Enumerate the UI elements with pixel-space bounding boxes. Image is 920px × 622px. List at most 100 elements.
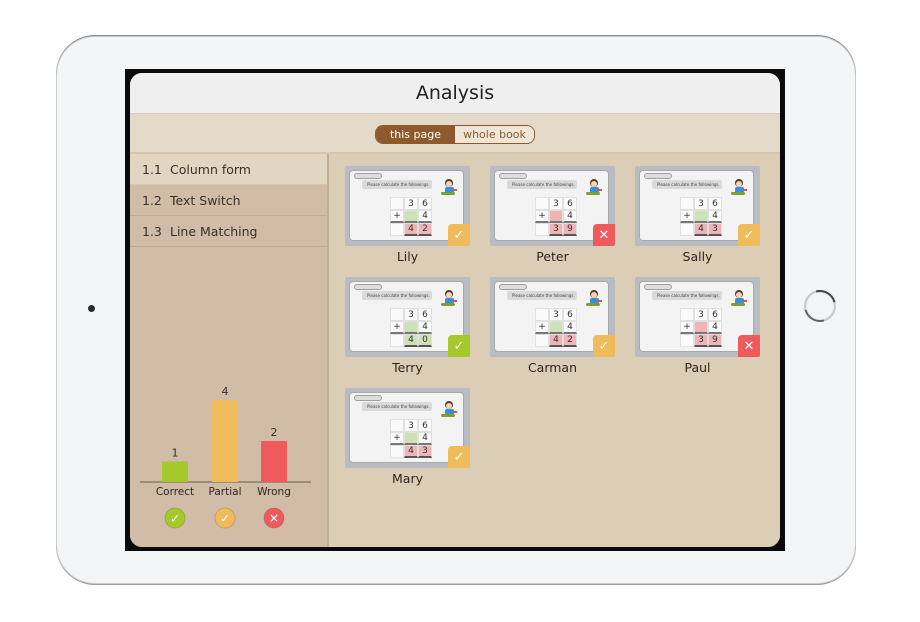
answer-digit-cell: 9 [563,223,577,236]
student-name: Paul [684,360,711,375]
carry-cell [404,210,418,223]
column-addition-grid: 3 6 + 4 4 2 [535,308,577,347]
student-tile[interactable]: Please calculate the followings. 3 6 + 4 [635,166,760,264]
digit-cell: 6 [418,308,432,321]
partial-badge-icon: ✓ [448,446,470,468]
carry-cell [694,210,708,223]
progress-tab [354,395,382,401]
digit-cell: 3 [549,197,563,210]
analysis-app: Analysis this page whole book 1.1 Column… [130,73,780,547]
bar-value-label: 2 [271,426,278,439]
digit-cell: 3 [404,308,418,321]
question-prompt: Please calculate the followings. [362,402,432,411]
carry-cell [404,432,418,445]
digit-cell: 3 [694,197,708,210]
worksheet-preview: Please calculate the followings. 3 6 + 4 [349,392,464,463]
answer-digit-cell: 4 [694,223,708,236]
digit-cell: 6 [418,419,432,432]
partial-badge-icon: ✓ [738,224,760,246]
bar-wrong [261,441,287,482]
student-name: Carman [527,360,578,375]
operator-cell: + [535,210,549,223]
sidebar-item-label: Line Matching [170,223,258,239]
answer-digit-cell: 4 [404,334,418,347]
student-tile[interactable]: Please calculate the followings. 3 6 + 4 [635,277,760,375]
answer-thumbnail[interactable]: Please calculate the followings. 3 6 + 4 [345,388,470,468]
column-addition-grid: 3 6 + 4 4 3 [680,197,722,236]
answer-digit-cell: 0 [418,334,432,347]
answer-digit-cell: 3 [694,334,708,347]
carry-cell [549,321,563,334]
scope-segmented-control: this page whole book [375,125,535,144]
progress-tab [354,173,382,179]
bar-value-label: 4 [222,385,229,398]
digit-cell: 4 [708,210,722,223]
carry-cell [404,321,418,334]
column-addition-grid: 3 6 + 4 4 0 [390,308,432,347]
front-camera [88,305,95,312]
carry-cell [694,321,708,334]
answer-digit-cell: 4 [549,334,563,347]
answer-thumbnail[interactable]: Please calculate the followings. 3 6 + 4 [635,166,760,246]
student-name: Terry [392,360,423,375]
worksheet-preview: Please calculate the followings. 3 6 + 4 [494,170,609,241]
student-tile[interactable]: Please calculate the followings. 3 6 + 4 [345,388,470,486]
digit-cell: 3 [404,419,418,432]
student-character-icon [441,401,457,417]
student-character-icon [731,290,747,306]
category-label: Correct [156,486,194,498]
sidebar-item-text-switch[interactable]: 1.2 Text Switch [130,185,327,216]
question-prompt: Please calculate the followings. [507,180,577,189]
answer-thumbnail[interactable]: Please calculate the followings. 3 6 + 4 [635,277,760,357]
progress-tab [499,284,527,290]
bar-value-label: 1 [172,447,179,460]
column-addition-grid: 3 6 + 4 3 9 [535,197,577,236]
student-name: Mary [392,471,423,486]
toggle-this-page[interactable]: this page [376,126,455,143]
progress-tab [499,173,527,179]
page-title: Analysis [415,82,495,104]
worksheet-preview: Please calculate the followings. 3 6 + 4 [494,281,609,352]
student-tile[interactable]: Please calculate the followings. 3 6 + 4 [345,166,470,264]
check-icon: ✓ [164,507,186,529]
toggle-whole-book[interactable]: whole book [455,126,534,143]
answer-digit-cell: 2 [418,223,432,236]
wrong-badge-icon: ✕ [593,224,615,246]
home-button[interactable] [804,290,836,322]
wrong-badge-icon: ✕ [738,335,760,357]
sidebar-item-line-matching[interactable]: 1.3 Line Matching [130,216,327,247]
question-prompt: Please calculate the followings. [652,291,722,300]
operator-cell: + [680,210,694,223]
answer-thumbnail[interactable]: Please calculate the followings. 3 6 + 4 [345,166,470,246]
student-tile[interactable]: Please calculate the followings. 3 6 + 4 [490,277,615,375]
answer-thumbnail[interactable]: Please calculate the followings. 3 6 + 4 [490,277,615,357]
sidebar-item-number: 1.2 [142,192,162,208]
progress-tab [644,173,672,179]
answer-thumbnail[interactable]: Please calculate the followings. 3 6 + 4 [345,277,470,357]
digit-cell: 6 [563,308,577,321]
digit-cell: 6 [563,197,577,210]
digit-cell: 6 [708,197,722,210]
operator-cell: + [535,321,549,334]
operator-cell: + [680,321,694,334]
answer-digit-cell: 2 [563,334,577,347]
cross-icon: ✕ [263,507,285,529]
partial-badge-icon: ✓ [593,335,615,357]
sidebar-item-label: Text Switch [170,192,241,208]
worksheet-preview: Please calculate the followings. 3 6 + 4 [639,170,754,241]
operator-cell: + [390,321,404,334]
digit-cell: 3 [404,197,418,210]
student-tile[interactable]: Please calculate the followings. 3 6 + 4 [345,277,470,375]
question-prompt: Please calculate the followings. [362,180,432,189]
sidebar-item-label: Column form [170,161,251,177]
student-character-icon [586,290,602,306]
sidebar-item-column-form[interactable]: 1.1 Column form [130,154,327,185]
student-character-icon [586,179,602,195]
student-tile[interactable]: Please calculate the followings. 3 6 + 4 [490,166,615,264]
category-label: Wrong [257,486,291,498]
result-bar-chart: 1 Correct ✓ 4 Partial ✓ 2 Wrong ✕ [140,385,311,529]
digit-cell: 3 [549,308,563,321]
digit-cell: 4 [563,210,577,223]
answer-thumbnail[interactable]: Please calculate the followings. 3 6 + 4 [490,166,615,246]
progress-tab [644,284,672,290]
